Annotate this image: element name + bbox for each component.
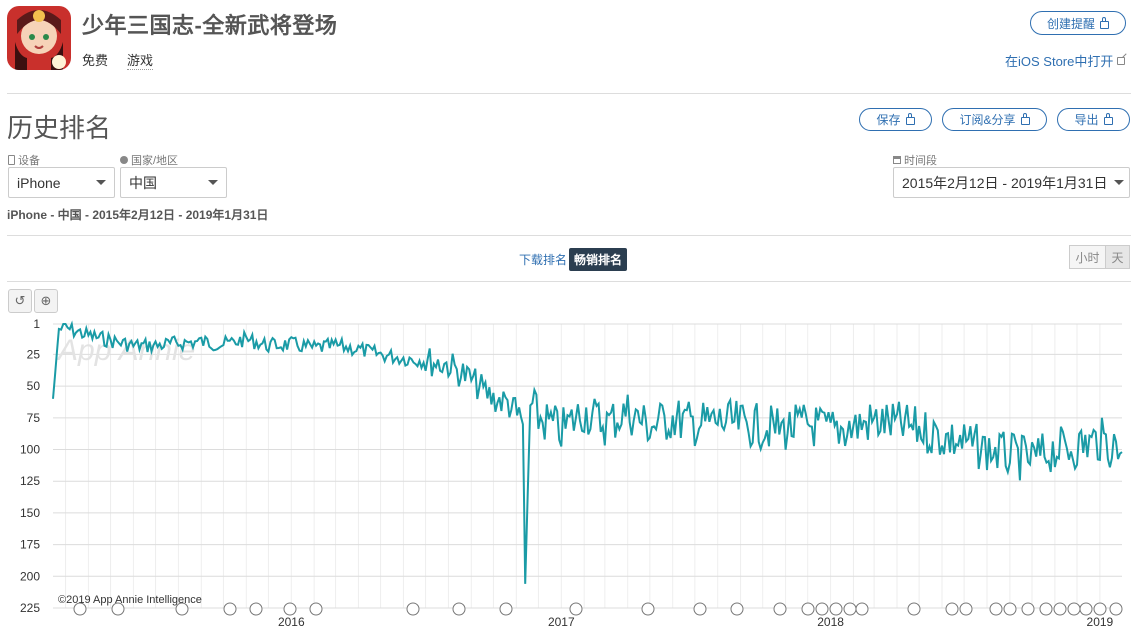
open-in-store-link[interactable]: 在iOS Store中打开 — [1005, 51, 1126, 70]
export-button[interactable]: 导出 — [1057, 108, 1130, 131]
calendar-icon — [893, 156, 901, 164]
event-marker-icon[interactable] — [801, 602, 815, 616]
x-tick-label: 2018 — [817, 615, 844, 629]
device-select[interactable]: iPhone — [8, 167, 115, 198]
app-title: 少年三国志-全新武将登场 — [82, 13, 338, 38]
chart-grid — [53, 323, 1122, 609]
tab-downloads-rank[interactable]: 下载排名 — [514, 248, 572, 271]
zoom-button[interactable]: ⊕ — [34, 289, 58, 313]
category-link[interactable]: 游戏 — [127, 50, 154, 70]
save-label: 保存 — [876, 113, 901, 127]
country-label-text: 国家/地区 — [131, 155, 179, 167]
copyright-text: ©2019 App Annie Intelligence — [58, 594, 202, 606]
x-tick-label: 2016 — [278, 615, 305, 629]
subscribe-share-label: 订阅&分享 — [959, 113, 1016, 127]
y-tick-label: 125 — [20, 474, 40, 488]
chart-divider — [7, 281, 1131, 282]
event-marker-icon[interactable] — [989, 602, 1003, 616]
y-axis-ticks: 1255075100125150175200225 — [20, 318, 40, 615]
chevron-down-icon — [208, 180, 218, 185]
lock-icon — [1020, 113, 1030, 125]
zoom-in-icon: ⊕ — [40, 293, 52, 308]
event-marker-icon[interactable] — [829, 602, 843, 616]
event-marker-icon[interactable] — [1079, 602, 1093, 616]
reset-zoom-button[interactable]: ↺ — [8, 289, 32, 313]
undo-icon: ↺ — [14, 293, 26, 308]
device-label: 设备 — [8, 152, 40, 168]
event-marker-icon[interactable] — [1109, 602, 1123, 616]
period-select[interactable]: 2015年2月12日 - 2019年1月31日 — [893, 167, 1130, 198]
y-tick-label: 25 — [27, 347, 41, 361]
event-marker-icon[interactable] — [693, 602, 707, 616]
event-marker-icon[interactable] — [815, 602, 829, 616]
rank-chart[interactable]: App Annie 1255075100125150175200225 2016… — [0, 318, 1140, 636]
globe-icon — [120, 156, 128, 164]
y-tick-label: 1 — [33, 318, 40, 331]
event-marker-icon[interactable] — [641, 602, 655, 616]
period-value: 2015年2月12日 - 2019年1月31日 — [902, 174, 1108, 191]
event-marker-icon[interactable] — [855, 602, 869, 616]
event-marker-icon[interactable] — [406, 602, 420, 616]
app-icon — [7, 6, 71, 70]
period-label-text: 时间段 — [904, 155, 937, 167]
section-title: 历史排名 — [7, 113, 112, 143]
lock-icon — [1103, 113, 1113, 125]
y-tick-label: 175 — [20, 538, 40, 552]
device-value: iPhone — [17, 174, 61, 191]
x-axis-ticks: 2016 2017 2018 2019 — [278, 615, 1114, 629]
lock-icon — [1100, 16, 1109, 29]
device-icon — [8, 155, 15, 165]
event-marker-icon[interactable] — [907, 602, 921, 616]
device-label-text: 设备 — [18, 155, 40, 167]
create-reminder-label: 创建提醒 — [1046, 16, 1095, 31]
event-marker-icon[interactable] — [1093, 602, 1107, 616]
event-markers — [73, 602, 1123, 616]
tab-grossing-rank[interactable]: 畅销排名 — [569, 248, 628, 271]
period-label: 时间段 — [893, 152, 937, 168]
event-marker-icon[interactable] — [843, 602, 857, 616]
y-tick-label: 100 — [20, 443, 40, 457]
price-tag: 免费 — [82, 53, 109, 68]
country-select[interactable]: 中国 — [120, 167, 227, 198]
event-marker-icon[interactable] — [1053, 602, 1067, 616]
open-in-store-label: 在iOS Store中打开 — [1005, 54, 1114, 69]
y-tick-label: 150 — [20, 506, 40, 520]
event-marker-icon[interactable] — [730, 602, 744, 616]
y-tick-label: 75 — [27, 411, 41, 425]
save-button[interactable]: 保存 — [859, 108, 932, 131]
x-tick-label: 2019 — [1087, 615, 1114, 629]
header-divider — [7, 93, 1131, 94]
y-tick-label: 50 — [27, 379, 41, 393]
granularity-day[interactable]: 天 — [1105, 245, 1130, 269]
event-marker-icon[interactable] — [452, 602, 466, 616]
filter-divider — [7, 235, 1131, 236]
external-link-icon — [1117, 56, 1126, 65]
chevron-down-icon — [96, 180, 106, 185]
create-reminder-button[interactable]: 创建提醒 — [1030, 11, 1126, 35]
y-tick-label: 200 — [20, 569, 40, 583]
event-marker-icon[interactable] — [945, 602, 959, 616]
subscribe-share-button[interactable]: 订阅&分享 — [942, 108, 1047, 131]
lock-icon — [905, 113, 915, 125]
x-tick-label: 2017 — [548, 615, 575, 629]
event-marker-icon[interactable] — [223, 602, 237, 616]
event-marker-icon[interactable] — [1039, 602, 1053, 616]
country-value: 中国 — [129, 174, 157, 191]
filter-summary: iPhone - 中国 - 2015年2月12日 - 2019年1月31日 — [7, 208, 269, 222]
event-marker-icon[interactable] — [1003, 602, 1017, 616]
y-tick-label: 225 — [20, 601, 40, 615]
event-marker-icon[interactable] — [959, 602, 973, 616]
event-marker-icon[interactable] — [773, 602, 787, 616]
event-marker-icon[interactable] — [1067, 602, 1081, 616]
event-marker-icon[interactable] — [283, 602, 297, 616]
granularity-hour[interactable]: 小时 — [1069, 245, 1106, 269]
chevron-down-icon — [1114, 180, 1124, 185]
export-label: 导出 — [1074, 113, 1099, 127]
event-marker-icon[interactable] — [249, 602, 263, 616]
event-marker-icon[interactable] — [1021, 602, 1035, 616]
event-marker-icon[interactable] — [569, 602, 583, 616]
event-marker-icon[interactable] — [309, 602, 323, 616]
country-label: 国家/地区 — [120, 152, 178, 168]
event-marker-icon[interactable] — [499, 602, 513, 616]
